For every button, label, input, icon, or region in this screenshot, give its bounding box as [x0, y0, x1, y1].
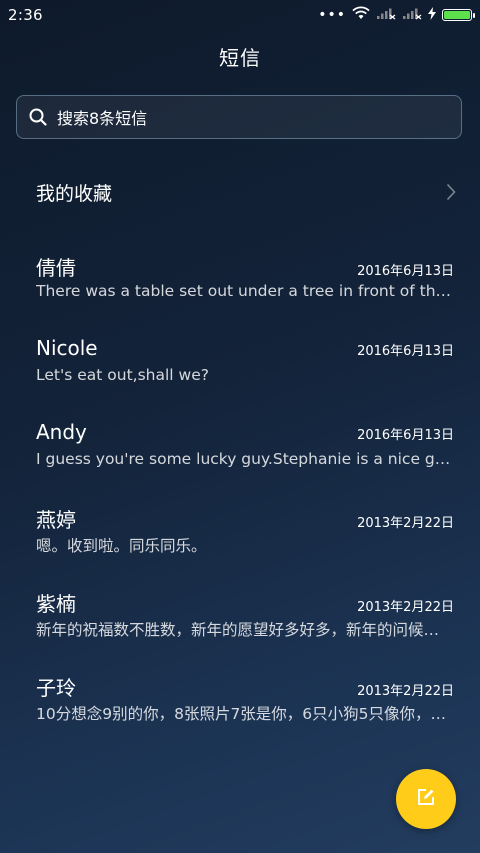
message-preview: I guess you're some lucky guy.Stephanie … — [36, 450, 454, 468]
conversation-item[interactable]: 紫楠 2013年2月22日 新年的祝福数不胜数，新年的愿望好多好多，新年的问候天… — [36, 576, 454, 660]
search-icon — [27, 106, 49, 128]
message-date: 2013年2月22日 — [357, 600, 454, 615]
status-time: 2:36 — [8, 6, 43, 24]
contact-name: 燕婷 — [36, 508, 76, 532]
message-date: 2016年6月13日 — [357, 428, 454, 443]
message-preview: There was a table set out under a tree i… — [36, 282, 454, 300]
message-date: 2013年2月22日 — [357, 684, 454, 699]
contact-name: 紫楠 — [36, 592, 76, 616]
contact-name: Nicole — [36, 336, 98, 360]
search-input[interactable]: 搜索8条短信 — [16, 95, 462, 139]
conversation-item[interactable]: 燕婷 2013年2月22日 嗯。收到啦。同乐同乐。 — [36, 492, 454, 576]
contact-name: 子玲 — [36, 676, 76, 700]
favorites-label: 我的收藏 — [36, 182, 113, 205]
message-preview: Let's eat out,shall we? — [36, 366, 209, 384]
signal-1-icon — [376, 6, 396, 24]
battery-icon — [442, 9, 475, 21]
message-preview: 嗯。收到啦。同乐同乐。 — [36, 537, 207, 555]
conversation-list: 倩倩 2016年6月13日 There was a table set out … — [36, 240, 454, 744]
page-title: 短信 — [219, 46, 261, 70]
contact-name: Andy — [36, 420, 87, 444]
more-dots-icon: ••• — [318, 7, 346, 23]
compose-icon — [416, 787, 436, 811]
wifi-icon — [352, 6, 370, 24]
contact-name: 倩倩 — [36, 256, 76, 280]
status-icons: ••• — [318, 6, 475, 24]
compose-button[interactable] — [396, 769, 456, 829]
conversation-item[interactable]: 子玲 2013年2月22日 10分想念9别的你，8张照片7张是你，6只小狗5只像… — [36, 660, 454, 744]
message-date: 2016年6月13日 — [357, 344, 454, 359]
favorites-row[interactable]: 我的收藏 — [36, 168, 456, 216]
battery-fill — [444, 11, 470, 19]
message-preview: 新年的祝福数不胜数，新年的愿望好多好多，新年的问候天天都有 — [36, 621, 454, 639]
conversation-item[interactable]: Nicole 2016年6月13日 Let's eat out,shall we… — [36, 324, 454, 408]
signal-2-icon — [402, 6, 422, 24]
conversation-item[interactable]: 倩倩 2016年6月13日 There was a table set out … — [36, 240, 454, 324]
search-placeholder: 搜索8条短信 — [57, 109, 148, 128]
message-date: 2016年6月13日 — [357, 264, 454, 279]
status-bar: 2:36 ••• — [0, 0, 480, 30]
conversation-item[interactable]: Andy 2016年6月13日 I guess you're some luck… — [36, 408, 454, 492]
chevron-right-icon — [446, 183, 456, 201]
message-preview: 10分想念9别的你，8张照片7张是你，6只小狗5只像你，4季都是 — [36, 705, 454, 723]
message-date: 2013年2月22日 — [357, 516, 454, 531]
charging-icon — [428, 6, 436, 24]
